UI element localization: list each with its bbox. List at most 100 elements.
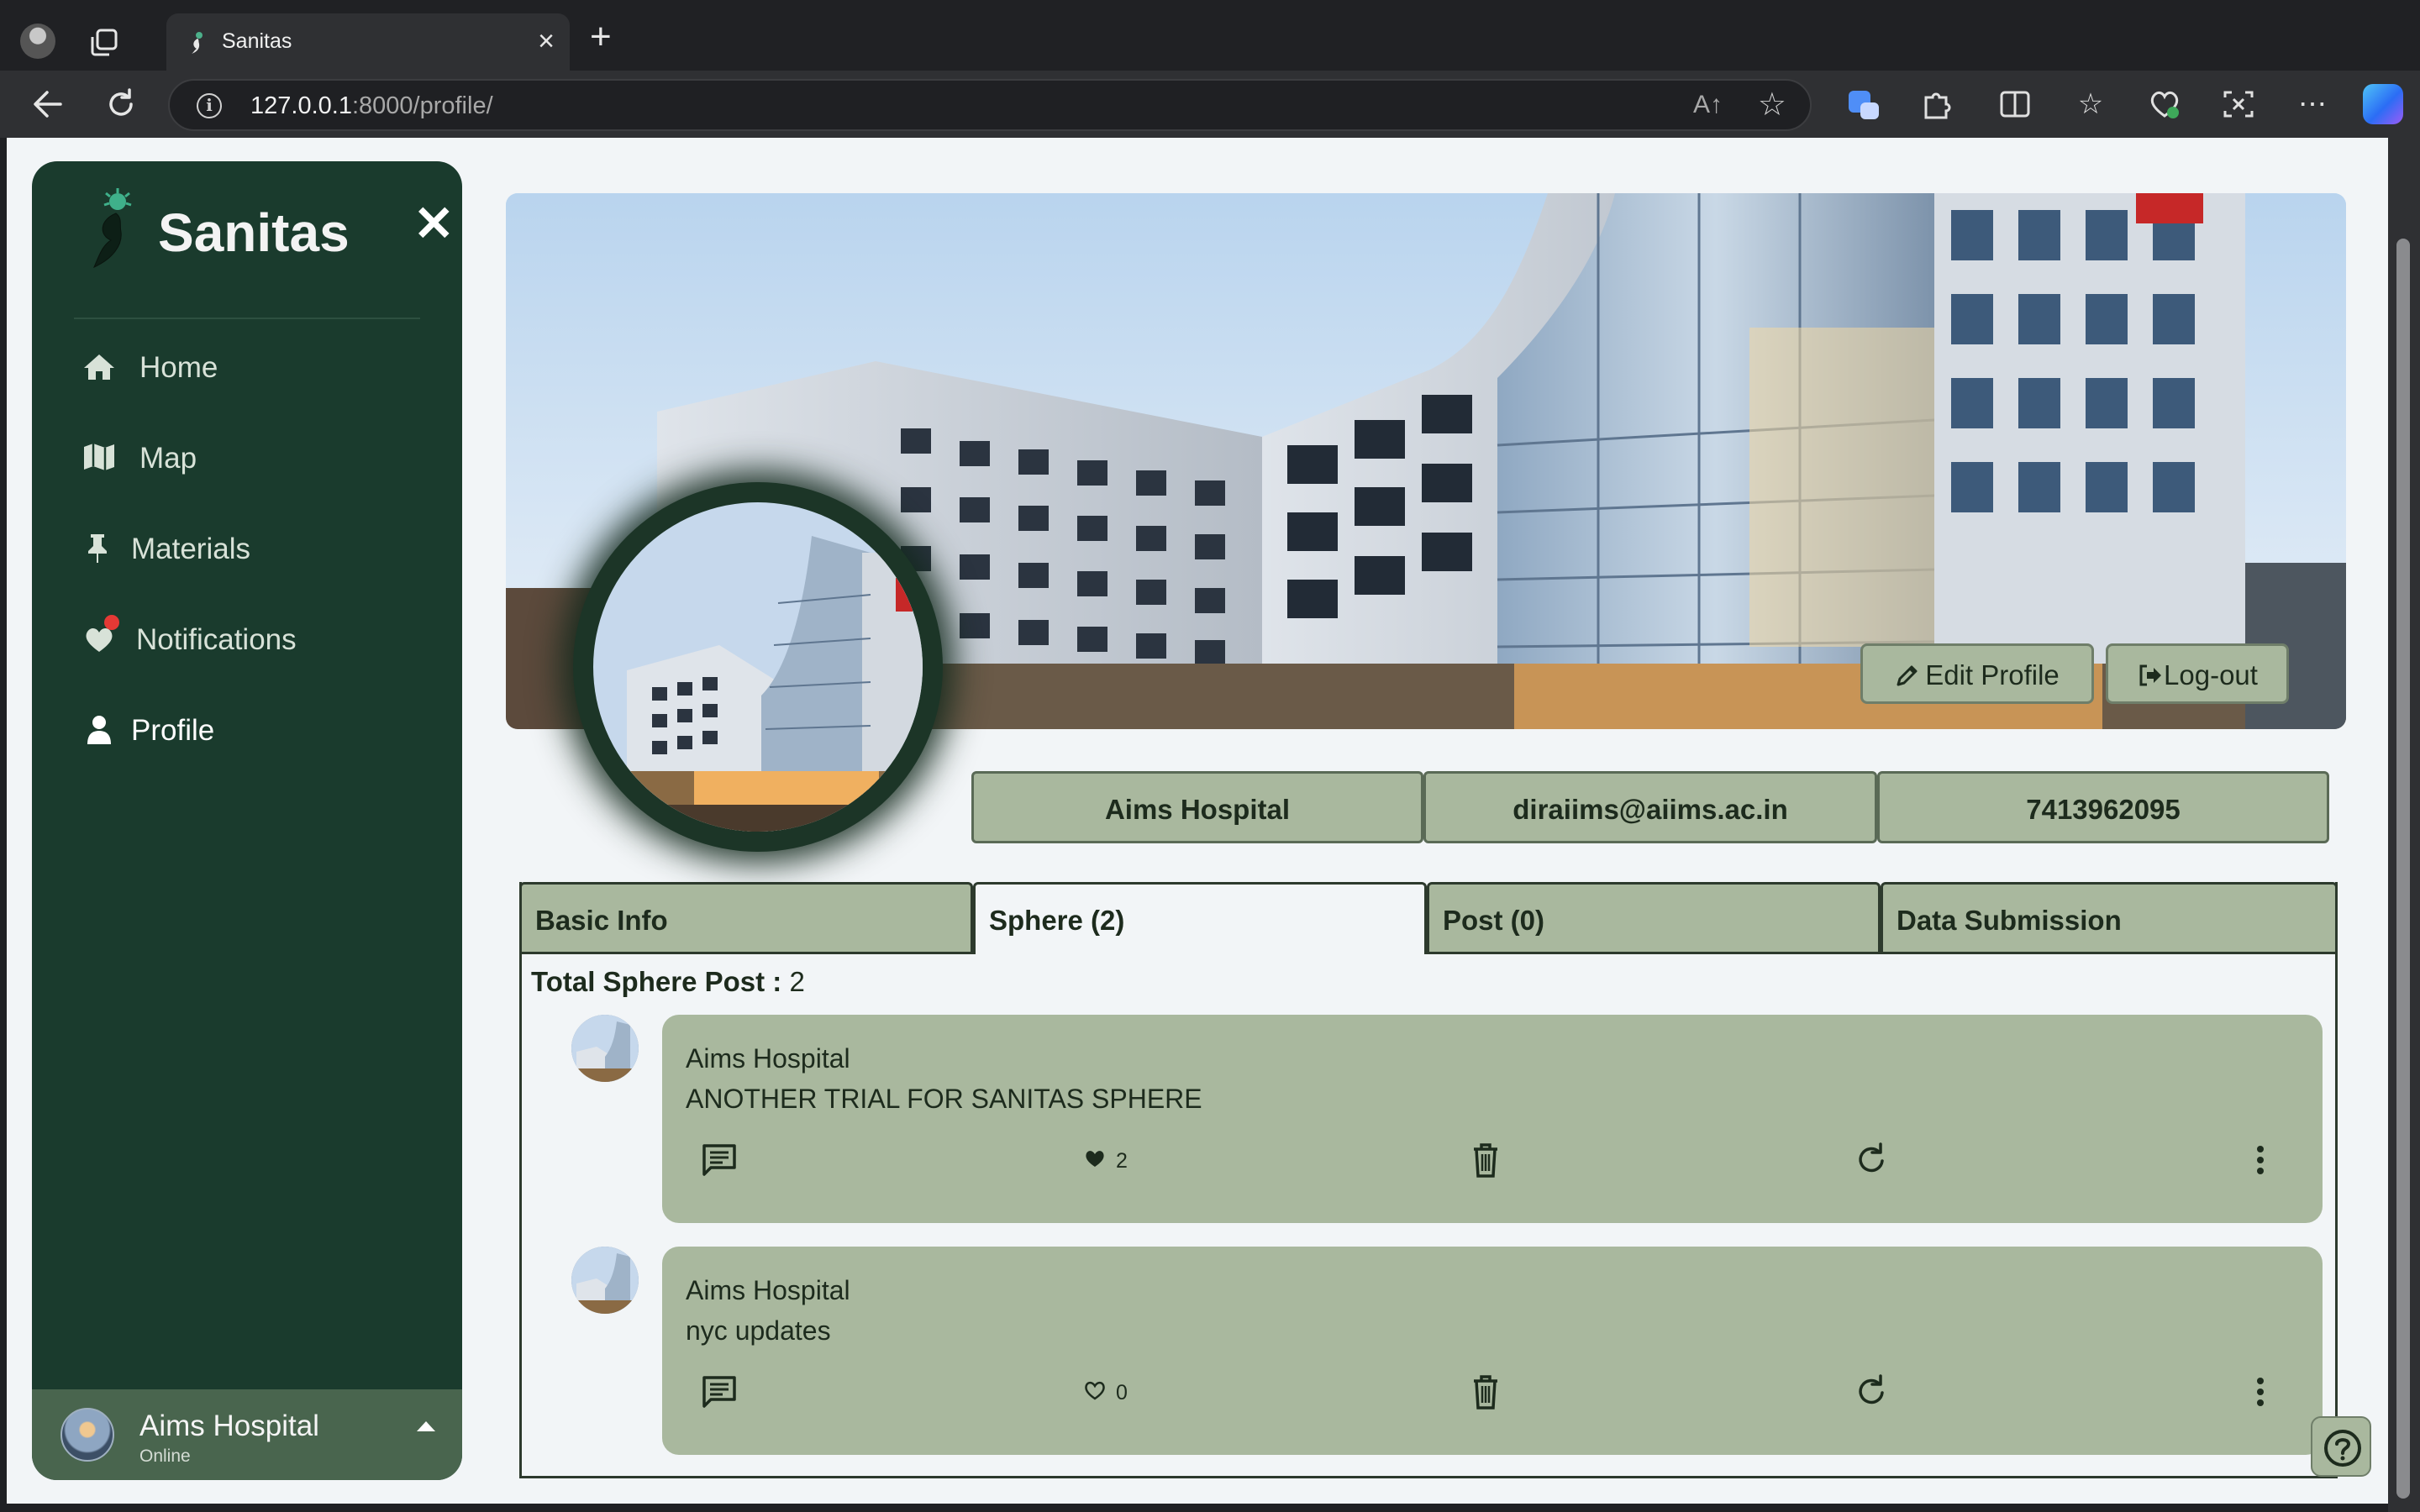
sidebar-divider: [74, 318, 420, 319]
sphere-post-card: Aims Hospital ANOTHER TRIAL FOR SANITAS …: [662, 1015, 2323, 1223]
notification-dot: [104, 615, 119, 630]
profile-name-box: Aims Hospital: [971, 771, 1423, 843]
favorite-star-icon[interactable]: ☆: [1758, 86, 1786, 123]
map-icon: [84, 444, 114, 470]
sidebar-item-label: Map: [139, 442, 197, 475]
site-info-icon[interactable]: i: [197, 93, 222, 118]
tab-label: Sphere (2): [989, 905, 1125, 936]
browser-essentials-icon[interactable]: [2146, 86, 2183, 123]
edit-profile-button[interactable]: Edit Profile: [1860, 643, 2094, 704]
like-count: 2: [1116, 1149, 1128, 1173]
address-url: 127.0.0.1:8000/profile/: [250, 92, 493, 119]
home-icon: [84, 354, 114, 380]
sidebar: Sanitas ✕ Home Map Materials Notificatio…: [32, 161, 462, 1480]
post-author: Aims Hospital: [686, 1043, 850, 1074]
address-bar[interactable]: i 127.0.0.1:8000/profile/ A↑ ☆: [168, 79, 1812, 131]
tab-label: Data Submission: [1897, 905, 2122, 936]
tab-title: Sanitas: [222, 29, 292, 53]
more-menu-icon[interactable]: ⋯: [2294, 86, 2331, 123]
user-avatar: [60, 1408, 114, 1462]
brand-name: Sanitas: [158, 202, 350, 263]
profile-email: diraiims@aiims.ac.in: [1512, 794, 1788, 825]
heart-filled-icon[interactable]: [1084, 1147, 1106, 1169]
sanitas-logo-icon: [93, 188, 132, 268]
pin-icon: [88, 534, 107, 563]
caret-up-icon[interactable]: [417, 1421, 435, 1431]
logout-label: Log-out: [2164, 659, 2258, 690]
help-button[interactable]: [2311, 1416, 2371, 1477]
browser-profile-avatar[interactable]: [20, 24, 55, 59]
profile-avatar: [573, 482, 943, 852]
new-tab-icon[interactable]: +: [590, 18, 612, 55]
like-count: 0: [1116, 1381, 1128, 1404]
sidebar-item-map[interactable]: Map: [82, 428, 435, 487]
trash-icon[interactable]: [1469, 1139, 1502, 1181]
tab-sphere[interactable]: Sphere (2): [973, 882, 1427, 954]
tab-data-submission[interactable]: Data Submission: [1881, 882, 2338, 954]
post-text: ANOTHER TRIAL FOR SANITAS SPHERE: [686, 1084, 1202, 1114]
sidebar-item-home[interactable]: Home: [82, 338, 435, 396]
tab-actions-icon[interactable]: [87, 25, 121, 59]
logout-button[interactable]: Log-out: [2106, 643, 2289, 704]
heart-outline-icon[interactable]: [1084, 1379, 1106, 1401]
profile-photo: [593, 502, 923, 832]
total-sphere-label: Total Sphere Post :: [531, 966, 782, 997]
sidebar-item-materials[interactable]: Materials: [82, 519, 435, 578]
user-name: Aims Hospital: [139, 1410, 319, 1442]
browser-toolbar: i 127.0.0.1:8000/profile/ A↑ ☆ ☆ ⋯: [0, 71, 2420, 138]
post-text: nyc updates: [686, 1315, 831, 1346]
sidebar-item-label: Notifications: [136, 623, 297, 656]
refresh-icon[interactable]: [1854, 1371, 1891, 1413]
tab-basic-info[interactable]: Basic Info: [519, 882, 973, 954]
sidebar-close-icon[interactable]: ✕: [413, 200, 455, 249]
sidebar-item-label: Home: [139, 351, 218, 384]
tab-label: Basic Info: [535, 905, 668, 936]
sphere-post-card: Aims Hospital nyc updates 0: [662, 1247, 2323, 1455]
comment-icon[interactable]: [701, 1371, 738, 1413]
post-avatar: [571, 1015, 639, 1082]
edit-profile-label: Edit Profile: [1925, 659, 2060, 690]
user-status: Online: [139, 1446, 191, 1466]
tab-label: Post (0): [1443, 905, 1545, 936]
tab-close-icon[interactable]: ×: [538, 27, 555, 55]
post-author: Aims Hospital: [686, 1275, 850, 1305]
user-icon: [87, 716, 111, 744]
back-icon[interactable]: [30, 87, 66, 121]
extension-copilot-vision-icon[interactable]: [1845, 86, 1882, 123]
extensions-puzzle-icon[interactable]: [1918, 86, 1954, 123]
browser-tab-active[interactable]: Sanitas ×: [166, 13, 570, 71]
profile-phone-box: 7413962095: [1877, 771, 2329, 843]
sign-out-icon: [2139, 664, 2162, 686]
total-sphere-value: 2: [789, 966, 805, 997]
sanitas-favicon-icon: [192, 32, 203, 54]
brand: Sanitas: [87, 186, 440, 279]
sidebar-item-label: Materials: [131, 533, 250, 565]
sidebar-item-notifications[interactable]: Notifications: [82, 610, 435, 669]
post-avatar: [571, 1247, 639, 1314]
copilot-icon[interactable]: [2363, 84, 2403, 124]
split-screen-icon[interactable]: [1996, 86, 2033, 123]
scrollbar-thumb[interactable]: [2396, 239, 2410, 1499]
tab-post[interactable]: Post (0): [1427, 882, 1881, 954]
reload-icon[interactable]: [104, 87, 138, 121]
more-vertical-icon[interactable]: [2254, 1371, 2267, 1413]
favorites-icon[interactable]: ☆: [2072, 86, 2109, 123]
profile-name: Aims Hospital: [1104, 794, 1291, 825]
refresh-icon[interactable]: [1854, 1139, 1891, 1181]
profile-phone: 7413962095: [2026, 794, 2181, 825]
total-sphere-post: Total Sphere Post : 2: [531, 966, 805, 998]
trash-icon[interactable]: [1469, 1371, 1502, 1413]
sidebar-item-profile[interactable]: Profile: [82, 701, 435, 759]
page-scrollbar[interactable]: [2388, 138, 2420, 1512]
browser-tab-bar: Sanitas × +: [0, 0, 2420, 71]
read-aloud-icon[interactable]: A↑: [1693, 91, 1723, 119]
pencil-icon: [1897, 665, 1918, 686]
profile-email-box: diraiims@aiims.ac.in: [1423, 771, 1877, 843]
help-question-icon: [2324, 1430, 2361, 1467]
sidebar-user-card[interactable]: Aims Hospital Online: [32, 1389, 462, 1480]
sidebar-item-label: Profile: [131, 714, 215, 747]
more-vertical-icon[interactable]: [2254, 1139, 2267, 1181]
screenshot-icon[interactable]: [2220, 86, 2257, 123]
comment-icon[interactable]: [701, 1139, 738, 1181]
page-viewport: Sanitas ✕ Home Map Materials Notificatio…: [7, 138, 2388, 1504]
